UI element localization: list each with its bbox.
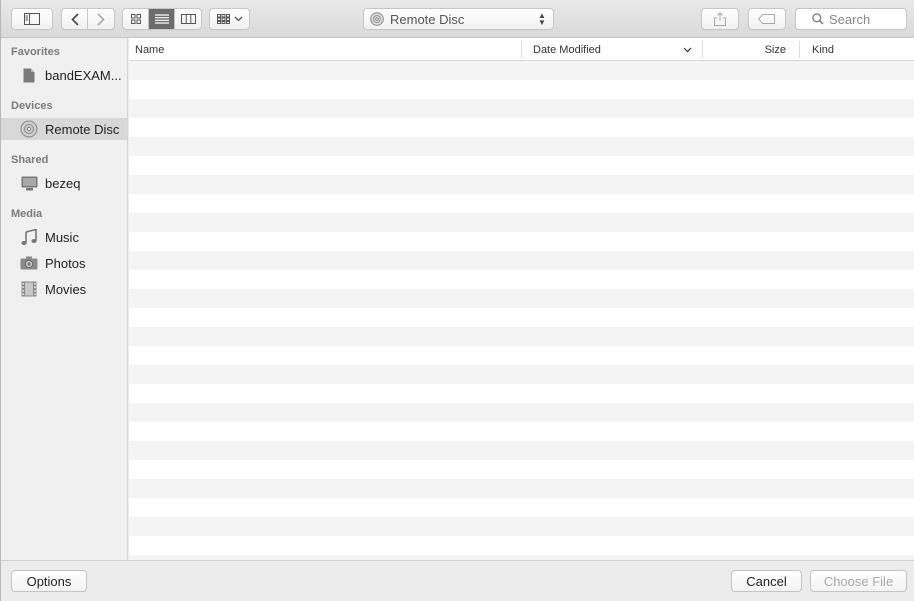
- chevron-down-icon: [234, 16, 242, 22]
- location-label: Remote Disc: [390, 11, 465, 27]
- column-header-label: Date Modified: [533, 43, 601, 56]
- sidebar-item-label: bezeq: [45, 175, 81, 191]
- arrange-grid-icon: [216, 14, 230, 24]
- sidebar-item-movies[interactable]: Movies: [1, 278, 127, 300]
- back-button[interactable]: [62, 9, 88, 29]
- empty-row: [129, 194, 914, 213]
- file-list[interactable]: Name Date Modified Size Kind: [129, 38, 914, 560]
- empty-row: [129, 118, 914, 137]
- up-down-arrows-icon: ▲ ▼: [538, 11, 546, 27]
- nav-buttons: [61, 8, 115, 30]
- column-header-kind[interactable]: Kind: [812, 38, 912, 61]
- music-note-icon: [20, 228, 38, 246]
- sidebar-item-label: Movies: [45, 281, 87, 297]
- empty-row: [129, 308, 914, 327]
- sidebar-item-remote-disc[interactable]: Remote Disc: [1, 118, 127, 140]
- tag-icon: [758, 14, 775, 24]
- column-divider[interactable]: [799, 41, 800, 58]
- empty-row: [129, 536, 914, 555]
- empty-row: [129, 137, 914, 156]
- empty-row: [129, 441, 914, 460]
- disc-icon: [370, 12, 384, 26]
- bottom-bar: Options Cancel Choose File: [1, 560, 914, 601]
- location-popup[interactable]: Remote Disc ▲ ▼: [363, 8, 554, 30]
- empty-row: [129, 80, 914, 99]
- empty-row: [129, 213, 914, 232]
- empty-row: [129, 384, 914, 403]
- empty-row: [129, 422, 914, 441]
- sidebar-icon: [24, 13, 40, 25]
- column-header-date-modified[interactable]: Date Modified: [533, 38, 701, 61]
- empty-row: [129, 460, 914, 479]
- sidebar-item-music[interactable]: Music: [1, 226, 127, 248]
- sidebar: Favorites bandEXAM... Devices Remote Dis…: [1, 38, 128, 560]
- list-view-icon: [154, 14, 169, 24]
- sidebar-item-label: Remote Disc: [45, 121, 120, 137]
- column-view-button[interactable]: [175, 9, 201, 29]
- view-mode-segmented-control: [122, 8, 202, 30]
- icon-view-icon: [130, 14, 141, 24]
- empty-row: [129, 156, 914, 175]
- sidebar-toggle-button[interactable]: [11, 8, 53, 30]
- choose-file-button[interactable]: Choose File: [810, 570, 907, 592]
- sidebar-section-favorites: Favorites: [11, 46, 60, 58]
- share-icon: [714, 12, 726, 26]
- column-header-name[interactable]: Name: [135, 38, 521, 61]
- search-placeholder: Search: [829, 11, 871, 27]
- column-view-icon: [180, 14, 196, 24]
- search-field[interactable]: Search: [795, 8, 907, 30]
- empty-row: [129, 289, 914, 308]
- sidebar-section-devices: Devices: [11, 100, 53, 112]
- share-button[interactable]: [701, 8, 739, 30]
- sidebar-item-label: Photos: [45, 255, 86, 271]
- cancel-button[interactable]: Cancel: [731, 570, 802, 592]
- sidebar-item-label: bandEXAM...: [45, 67, 122, 83]
- list-view-button[interactable]: [149, 9, 175, 29]
- sidebar-item-bezeq[interactable]: bezeq: [1, 172, 127, 194]
- icon-view-button[interactable]: [123, 9, 149, 29]
- empty-row: [129, 99, 914, 118]
- empty-row: [129, 346, 914, 365]
- camera-icon: [20, 254, 38, 272]
- empty-row: [129, 270, 914, 289]
- empty-row: [129, 365, 914, 384]
- empty-row: [129, 517, 914, 536]
- sidebar-section-media: Media: [11, 208, 43, 220]
- forward-button[interactable]: [88, 9, 114, 29]
- disc-icon: [20, 120, 38, 138]
- open-file-dialog: Remote Disc ▲ ▼ Search Favorites bandEXA…: [0, 0, 914, 601]
- empty-row: [129, 232, 914, 251]
- column-divider[interactable]: [521, 41, 522, 58]
- empty-row: [129, 175, 914, 194]
- chevron-left-icon: [70, 12, 79, 26]
- chevron-down-icon: [683, 47, 692, 53]
- column-header-size[interactable]: Size: [703, 38, 786, 61]
- computer-icon: [20, 174, 38, 192]
- empty-row: [129, 327, 914, 346]
- tag-button[interactable]: [748, 8, 786, 30]
- file-list-rows: [129, 61, 914, 560]
- sidebar-item-bandexam[interactable]: bandEXAM...: [1, 64, 127, 86]
- document-icon: [20, 66, 38, 84]
- chevron-right-icon: [97, 12, 105, 26]
- toolbar: Remote Disc ▲ ▼ Search: [1, 0, 914, 38]
- empty-row: [129, 498, 914, 517]
- sidebar-item-photos[interactable]: Photos: [1, 252, 127, 274]
- sidebar-item-label: Music: [45, 229, 79, 245]
- arrange-button[interactable]: [209, 8, 250, 30]
- sidebar-section-shared: Shared: [11, 154, 49, 166]
- empty-row: [129, 251, 914, 270]
- column-header-label: Size: [764, 43, 786, 56]
- empty-row: [129, 403, 914, 422]
- empty-row: [129, 479, 914, 498]
- options-button[interactable]: Options: [11, 570, 87, 592]
- file-list-header: Name Date Modified Size Kind: [129, 38, 914, 61]
- empty-row: [129, 61, 914, 80]
- column-header-label: Kind: [812, 43, 835, 56]
- film-icon: [20, 280, 38, 298]
- search-icon: [812, 13, 824, 25]
- column-header-label: Name: [135, 43, 165, 56]
